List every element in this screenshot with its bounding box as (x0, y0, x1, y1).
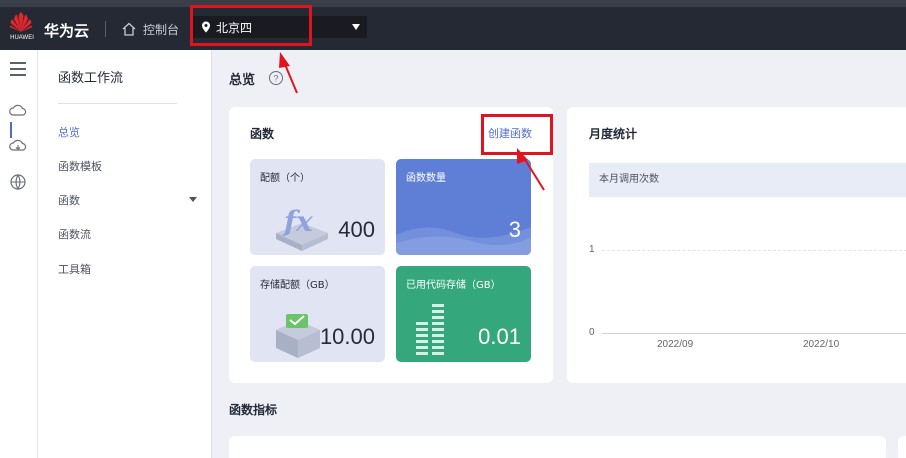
storage-quota-label: 存储配额（GB） (260, 280, 335, 291)
x-axis (602, 333, 906, 334)
home-icon (122, 22, 136, 36)
brand-name[interactable]: 华为云 (44, 20, 89, 41)
sidebar-title: 函数工作流 (58, 71, 124, 86)
storage-quota-tile: 存储配额（GB） 10.00 (250, 266, 385, 362)
function-count-label: 函数数量 (406, 173, 446, 184)
huawei-logo[interactable]: HUAWEI (5, 11, 35, 45)
sidebar-item-functions[interactable]: 函数 (58, 192, 80, 208)
top-bar: HUAWEI 华为云 控制台 北京四 (0, 0, 906, 50)
sidebar-item-flows[interactable]: 函数流 (58, 226, 91, 242)
used-storage-value: 0.01 (478, 324, 521, 349)
console-link[interactable]: 控制台 (121, 17, 179, 41)
quota-value: 400 (338, 217, 375, 242)
page-title: 总览 (229, 73, 256, 88)
header-divider (105, 21, 106, 37)
sidebar-separator (58, 103, 177, 104)
metrics-section-title: 函数指标 (229, 403, 278, 417)
highlight-box-region (190, 5, 312, 46)
chevron-down-icon[interactable] (189, 197, 197, 202)
quota-label: 配额（个） (260, 173, 310, 184)
nav-active-indicator (10, 122, 12, 138)
monthly-stats-card: 月度统计 本月调用次数 1 0 2022/09 2022/10 (567, 107, 906, 383)
sidebar-item-overview[interactable]: 总览 (58, 124, 80, 140)
sidebar-item-toolbox[interactable]: 工具箱 (58, 261, 91, 277)
chart-legend: 本月调用次数 (589, 163, 906, 197)
used-storage-label: 已用代码存储（GB） (406, 280, 501, 291)
icon-bar (0, 50, 38, 458)
globe-icon[interactable] (8, 172, 28, 192)
y-tick-1: 1 (589, 244, 595, 255)
svg-text:fx: fx (282, 205, 313, 238)
functions-card-title: 函数 (250, 127, 275, 141)
gridline (602, 250, 906, 251)
sidebar: 函数工作流 (38, 50, 212, 458)
function-count-value: 3 (508, 217, 521, 242)
used-storage-tile: 已用代码存储（GB） 0.01 (396, 266, 531, 362)
sidebar-item-templates[interactable]: 函数模板 (58, 158, 102, 174)
monthly-card-title: 月度统计 (589, 127, 638, 141)
storage-quota-value: 10.00 (319, 324, 375, 349)
menu-icon[interactable] (8, 59, 28, 79)
huawei-petals-icon (9, 12, 33, 32)
x-tick-sep: 2022/09 (657, 339, 694, 350)
highlight-box-create (481, 114, 553, 155)
function-count-tile: 函数数量 3 (396, 159, 531, 255)
cloud-service-icon[interactable] (8, 101, 28, 121)
console-label: 控制台 (143, 22, 180, 37)
chevron-down-icon (352, 24, 360, 30)
logo-text: HUAWEI (10, 35, 34, 41)
fx-icon: fx (276, 205, 328, 251)
metrics-card (229, 436, 886, 458)
y-tick-0: 0 (589, 327, 595, 338)
quota-tile: 配额（个） fx 400 (250, 159, 385, 255)
storage-box-icon (276, 314, 320, 358)
metrics-card-right (898, 436, 906, 458)
help-icon[interactable]: ? (268, 70, 284, 86)
svg-text:?: ? (273, 74, 278, 84)
cloud-download-icon[interactable] (8, 136, 28, 156)
storage-bars-icon (416, 304, 444, 355)
x-tick-oct: 2022/10 (803, 339, 840, 350)
